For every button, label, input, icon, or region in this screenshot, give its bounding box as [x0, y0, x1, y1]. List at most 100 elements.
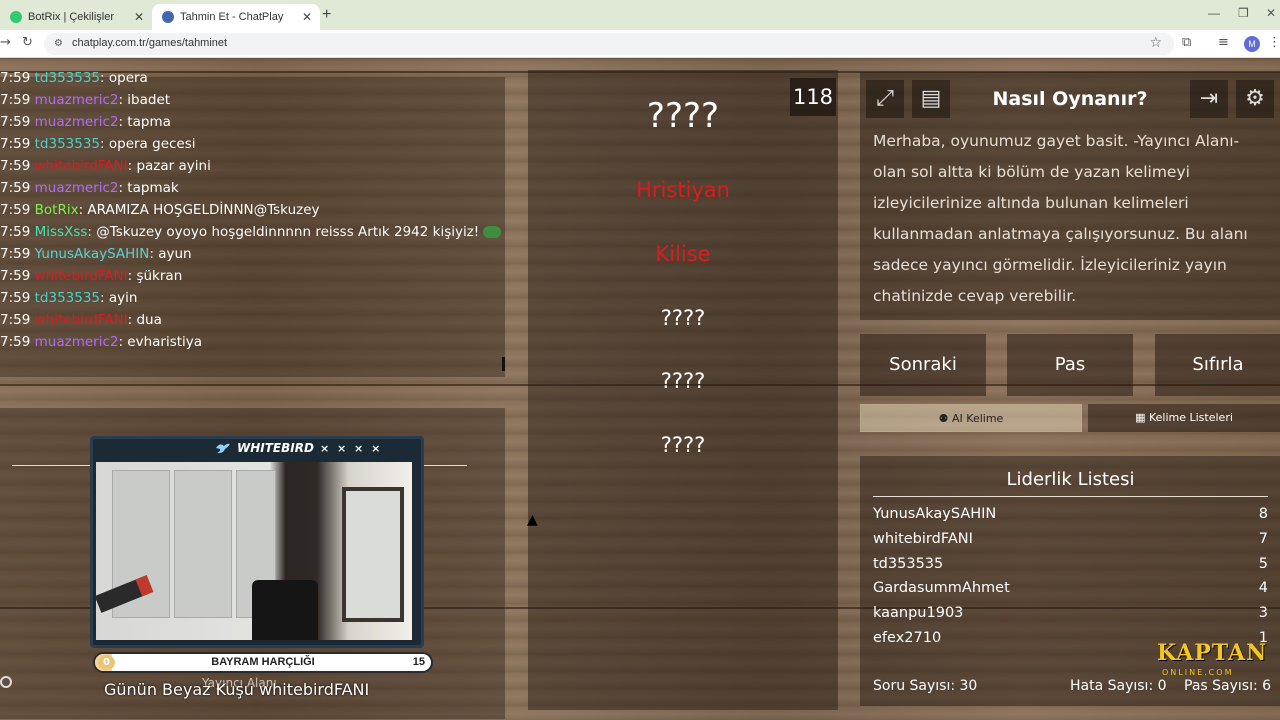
site-info-icon[interactable]: ⚙ — [54, 38, 63, 49]
maximize-icon[interactable]: ❐ — [1238, 6, 1249, 20]
chat-time: 7:59 — [0, 158, 31, 174]
forward-icon[interactable]: → — [0, 35, 11, 50]
chat-username[interactable]: muazmeric2 — [35, 114, 119, 130]
chat-text: : tapmak — [118, 180, 179, 196]
leaderboard-title: Liderlik Listesi — [873, 469, 1268, 497]
chat-text: : ARAMIZA HOŞGELDİNNN@Tskuzey — [78, 202, 320, 218]
browser-toolbar: → ↻ ⚙ chatplay.com.tr/games/tahminet ☆ ⧉… — [0, 30, 1280, 58]
leaderboard-name: YunusAkaySAHIN — [873, 506, 997, 522]
leaderboard-row: whitebirdFANI 7 — [873, 531, 1268, 553]
next-button[interactable]: Sonraki — [860, 334, 986, 396]
chat-username[interactable]: YunusAkaySAHIN — [35, 246, 150, 262]
chat-text: : ayun — [149, 246, 192, 262]
close-window-icon[interactable]: ✕ — [1266, 6, 1276, 20]
close-icon[interactable]: ✕ — [302, 10, 312, 24]
chat-username[interactable]: MissXss — [35, 224, 88, 240]
chat-username[interactable]: td353535 — [35, 136, 100, 152]
bookmark-star-icon[interactable]: ☆ — [1149, 35, 1162, 51]
chat-text: : evharistiya — [118, 334, 203, 350]
chat-text: : opera gecesi — [100, 136, 196, 152]
chat-text: : ayin — [100, 290, 138, 306]
chat-time: 7:59 — [0, 224, 31, 240]
leaderboard-name: efex2710 — [873, 630, 942, 646]
reload-icon[interactable]: ↻ — [22, 35, 33, 50]
cam-dots: × × × × — [319, 441, 383, 455]
leaderboard-score: 4 — [1258, 580, 1268, 597]
chat-username[interactable]: whitebirdFANI — [35, 268, 128, 284]
chat-message: 7:59 muazmeric2: tapmak — [0, 180, 179, 202]
extensions-icon[interactable]: ⧉ — [1182, 35, 1191, 50]
close-icon[interactable]: ✕ — [134, 10, 144, 24]
progress-end: 15 — [412, 656, 425, 668]
avatar[interactable]: M — [1244, 36, 1260, 52]
chat-message: 7:59 td353535: opera — [0, 70, 148, 92]
ai-word-button[interactable]: ⚉ AI Kelime — [860, 404, 1082, 432]
chat-username[interactable]: muazmeric2 — [35, 92, 119, 108]
chat-time: 7:59 — [0, 114, 31, 130]
chat-time: 7:59 — [0, 136, 31, 152]
robot-icon: ⚉ — [938, 412, 953, 425]
chat-message: 7:59 td353535: opera gecesi — [0, 136, 196, 158]
notes-icon[interactable]: ▤ — [912, 80, 950, 118]
chat-text: : dua — [127, 312, 162, 328]
progress-label: BAYRAM HARÇLIĞI — [211, 656, 315, 668]
bird-of-day: Günün Beyaz Kuşu whitebirdFANI — [104, 680, 370, 699]
forbidden-word: Hristiyan — [636, 178, 730, 202]
chat-text: : şükran — [127, 268, 183, 284]
tab-title: Tahmin Et - ChatPlay — [180, 11, 284, 23]
cabinet-door — [174, 470, 232, 618]
chat-message: 7:59 td353535: ayin — [0, 290, 137, 312]
fullscreen-icon[interactable]: ⤢ — [866, 80, 904, 118]
botrix-favicon-icon — [10, 11, 22, 23]
chat-message: 7:59 muazmeric2: tapma — [0, 114, 171, 136]
circle-icon[interactable] — [0, 676, 12, 688]
chat-username[interactable]: td353535 — [35, 290, 100, 306]
leaderboard-name: whitebirdFANI — [873, 530, 973, 547]
chat-text: : pazar ayini — [127, 158, 211, 174]
chat-time: 7:59 — [0, 246, 31, 262]
chat-time: 7:59 — [0, 290, 31, 306]
chat-text: : opera — [100, 70, 148, 86]
chat-message: 7:59 muazmeric2: ibadet — [0, 92, 170, 114]
leaderboard-score: 8 — [1258, 506, 1268, 522]
leaderboard-name: GardasummAhmet — [873, 580, 1010, 597]
mouse-cursor-icon: ▲ — [527, 512, 538, 528]
brand-logo-sub: ONLINE.COM — [1162, 668, 1234, 677]
leaderboard-name: td353535 — [873, 555, 944, 572]
ai-word-label: AI Kelime — [952, 412, 1004, 425]
chat-username[interactable]: whitebirdFANI — [35, 158, 128, 174]
leaderboard-score: 5 — [1258, 555, 1268, 572]
forbidden-word: Kilise — [655, 242, 711, 266]
new-tab-button[interactable]: + — [322, 6, 331, 24]
exit-icon[interactable]: ⇥ — [1190, 80, 1228, 118]
leaderboard-row: kaanpu1903 3 — [873, 605, 1268, 627]
tab-chatplay[interactable]: Tahmin Et - ChatPlay ✕ — [152, 4, 320, 30]
chat-username[interactable]: BotRix — [35, 202, 79, 218]
chat-time: 7:59 — [0, 202, 31, 218]
menu-icon[interactable]: ⋮ — [1268, 35, 1280, 50]
leaderboard-name: kaanpu1903 — [873, 605, 964, 622]
reset-button[interactable]: Sıfırla — [1155, 334, 1280, 396]
gear-icon[interactable]: ⚙ — [1236, 80, 1274, 118]
minimize-icon[interactable]: — — [1208, 6, 1220, 20]
word-lists-button[interactable]: ▦ Kelime Listeleri — [1088, 404, 1280, 432]
media-icon[interactable]: ≡ — [1218, 35, 1229, 50]
chat-username[interactable]: muazmeric2 — [35, 334, 119, 350]
chat-username[interactable]: td353535 — [35, 70, 100, 86]
chat-scrollbar[interactable] — [502, 357, 505, 371]
pass-button[interactable]: Pas — [1007, 334, 1133, 396]
page-title: Nasıl Oynanır? — [992, 88, 1148, 110]
address-bar[interactable]: ⚙ chatplay.com.tr/games/tahminet ☆ — [44, 33, 1174, 55]
tab-botrix[interactable]: BotRix | Çekilişler ✕ — [0, 4, 152, 30]
chat-username[interactable]: muazmeric2 — [35, 180, 119, 196]
chat-username[interactable]: whitebirdFANI — [35, 312, 128, 328]
emote-icon — [483, 226, 502, 238]
progress-bar: 0 BAYRAM HARÇLIĞI 15 — [93, 652, 433, 673]
leaderboard-score: 7 — [1258, 530, 1268, 547]
cam-brand: WHITEBIRD — [237, 441, 314, 455]
clipboard-icon: ▦ — [1135, 411, 1149, 424]
chat-message: 7:59 whitebirdFANI: şükran — [0, 268, 182, 290]
url-text[interactable]: chatplay.com.tr/games/tahminet — [72, 37, 227, 49]
room-window — [342, 487, 404, 622]
leaderboard-row: YunusAkaySAHIN 8 — [873, 506, 1268, 528]
